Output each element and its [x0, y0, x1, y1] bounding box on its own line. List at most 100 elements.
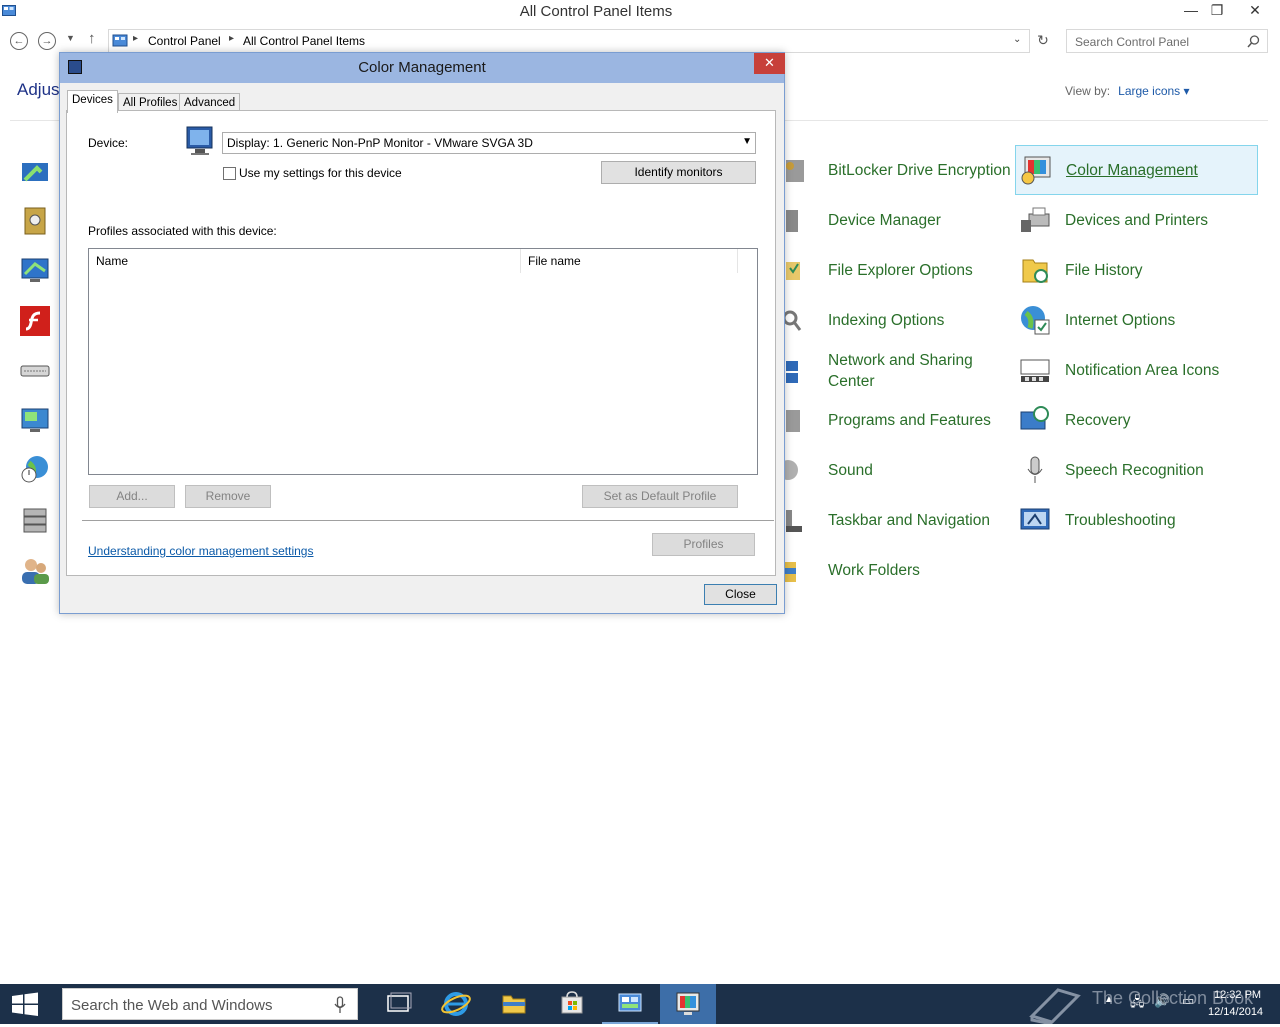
- notification-area-icon: [1020, 359, 1050, 382]
- device-label: Device:: [88, 136, 129, 150]
- credential-manager-icon[interactable]: [19, 205, 51, 237]
- control-panel-icon: [618, 993, 642, 1012]
- page-heading: Adjust: [17, 80, 65, 99]
- file-explorer-options-icon: [786, 262, 800, 280]
- view-by-dropdown[interactable]: Large icons ▾: [1118, 84, 1189, 98]
- breadcrumb-control-panel[interactable]: Control Panel: [148, 34, 221, 48]
- address-dropdown-icon[interactable]: ⌄: [1013, 34, 1021, 45]
- use-my-settings-checkbox[interactable]: [223, 167, 236, 180]
- profiles-associated-label: Profiles associated with this device:: [88, 224, 277, 238]
- color-management-dialog: Color Management ✕ Devices All Profiles …: [59, 52, 785, 614]
- cp-item-troubleshooting[interactable]: Troubleshooting: [1019, 498, 1176, 542]
- file-explorer-button[interactable]: [486, 984, 542, 1024]
- understanding-color-management-link[interactable]: Understanding color management settings: [88, 544, 313, 558]
- recent-locations-chevron-icon[interactable]: ▼: [66, 33, 75, 43]
- cp-item-devices-printers[interactable]: Devices and Printers: [1019, 198, 1208, 242]
- tab-devices[interactable]: Devices: [67, 90, 118, 113]
- user-accounts-icon[interactable]: [19, 555, 51, 587]
- device-dropdown[interactable]: Display: 1. Generic Non-PnP Monitor - VM…: [222, 132, 756, 154]
- up-button[interactable]: ↑: [88, 30, 96, 47]
- book-watermark-icon: [1029, 988, 1081, 1024]
- column-header-name[interactable]: Name: [89, 249, 521, 273]
- view-by: View by: Large icons ▾: [1065, 84, 1190, 98]
- view-by-label: View by:: [1065, 84, 1111, 98]
- store-button[interactable]: [544, 984, 600, 1024]
- personalization-icon[interactable]: [19, 405, 51, 437]
- cp-item-programs-features[interactable]: Programs and Features: [782, 398, 991, 442]
- cp-item-file-explorer-options[interactable]: File Explorer Options: [782, 248, 973, 292]
- bitlocker-icon: [786, 160, 804, 182]
- cp-item-sound[interactable]: Sound: [782, 448, 873, 492]
- recovery-icon: [1020, 406, 1049, 430]
- action-center-icon[interactable]: [19, 158, 51, 190]
- forward-button[interactable]: →: [38, 32, 56, 50]
- storage-spaces-icon[interactable]: [19, 505, 51, 537]
- clock-time[interactable]: 12:32 PM: [1214, 989, 1261, 1001]
- divider: [82, 520, 774, 521]
- start-button[interactable]: [0, 984, 50, 1024]
- column-header-file-name[interactable]: File name: [521, 249, 738, 273]
- breadcrumb-separator-icon: ▸: [229, 33, 235, 44]
- cp-item-recovery[interactable]: Recovery: [1019, 398, 1130, 442]
- cp-item-speech-recognition[interactable]: Speech Recognition: [1019, 448, 1204, 492]
- display-icon[interactable]: [19, 255, 51, 287]
- cp-item-bitlocker[interactable]: BitLocker Drive Encryption: [782, 148, 1011, 192]
- dialog-title: Color Management: [358, 59, 486, 76]
- window-title: All Control Panel Items: [519, 3, 673, 20]
- search-input[interactable]: Search Control Panel: [1066, 29, 1268, 53]
- back-button[interactable]: ←: [10, 32, 28, 50]
- network-sharing-icon: [786, 361, 798, 383]
- programs-features-icon: [786, 410, 800, 432]
- sound-icon: [782, 460, 798, 480]
- use-my-settings-label: Use my settings for this device: [239, 166, 402, 180]
- troubleshooting-icon: [1020, 508, 1050, 530]
- clock-date[interactable]: 12/14/2014: [1208, 1006, 1263, 1018]
- add-profile-button[interactable]: Add...: [89, 485, 175, 508]
- device-manager-icon: [786, 210, 798, 232]
- color-management-icon: [676, 992, 700, 1015]
- window-close-button[interactable]: ✕: [1240, 0, 1270, 22]
- cp-item-notification-area-icons[interactable]: Notification Area Icons: [1019, 348, 1219, 392]
- cp-item-work-folders[interactable]: Work Folders: [782, 548, 920, 592]
- devices-printers-icon: [1021, 207, 1050, 232]
- address-bar[interactable]: ▸ Control Panel ▸ All Control Panel Item…: [108, 29, 1030, 53]
- cp-item-internet-options[interactable]: Internet Options: [1019, 298, 1175, 342]
- microphone-icon[interactable]: [333, 996, 347, 1014]
- window-titlebar: All Control Panel Items — ❐ ✕: [0, 0, 1280, 24]
- refresh-button[interactable]: ↻: [1032, 29, 1054, 53]
- task-view-button[interactable]: [370, 984, 426, 1024]
- chevron-down-icon: ▼: [742, 136, 752, 147]
- breadcrumb-all-items[interactable]: All Control Panel Items: [243, 34, 365, 48]
- store-icon: [561, 991, 583, 1014]
- remove-profile-button[interactable]: Remove: [185, 485, 271, 508]
- cp-item-network-sharing[interactable]: Network and Sharing Center: [782, 348, 988, 394]
- restore-button[interactable]: ❐: [1204, 0, 1230, 22]
- cp-item-file-history[interactable]: File History: [1019, 248, 1143, 292]
- flash-player-icon[interactable]: [19, 305, 51, 337]
- identify-monitors-button[interactable]: Identify monitors: [601, 161, 756, 184]
- taskbar-search-input[interactable]: Search the Web and Windows: [62, 988, 358, 1020]
- cp-item-taskbar-navigation[interactable]: Taskbar and Navigation: [782, 498, 990, 542]
- cp-item-color-management[interactable]: Color Management: [1015, 145, 1258, 195]
- region-icon[interactable]: [19, 453, 51, 485]
- close-button[interactable]: Close: [704, 584, 777, 605]
- taskbar-search-placeholder: Search the Web and Windows: [71, 997, 273, 1014]
- cp-item-device-manager[interactable]: Device Manager: [782, 198, 941, 242]
- internet-explorer-button[interactable]: [428, 984, 484, 1024]
- minimize-button[interactable]: —: [1178, 0, 1204, 22]
- dialog-close-icon[interactable]: ✕: [754, 53, 785, 74]
- search-icon[interactable]: [1247, 35, 1260, 48]
- profiles-table[interactable]: Name File name: [88, 248, 758, 475]
- profiles-button[interactable]: Profiles: [652, 533, 755, 556]
- work-folders-icon: [784, 562, 796, 582]
- control-panel-taskbar-button[interactable]: [602, 984, 658, 1024]
- color-management-taskbar-button[interactable]: [660, 984, 716, 1024]
- cp-item-indexing-options[interactable]: Indexing Options: [782, 298, 944, 342]
- indexing-options-icon: [782, 310, 802, 331]
- set-default-profile-button[interactable]: Set as Default Profile: [582, 485, 738, 508]
- taskbar-navigation-icon: [786, 510, 802, 532]
- keyboard-icon[interactable]: [19, 355, 51, 387]
- dialog-titlebar[interactable]: Color Management ✕: [60, 53, 785, 83]
- microphone-icon: [1027, 456, 1043, 483]
- device-dropdown-value: Display: 1. Generic Non-PnP Monitor - VM…: [227, 136, 533, 150]
